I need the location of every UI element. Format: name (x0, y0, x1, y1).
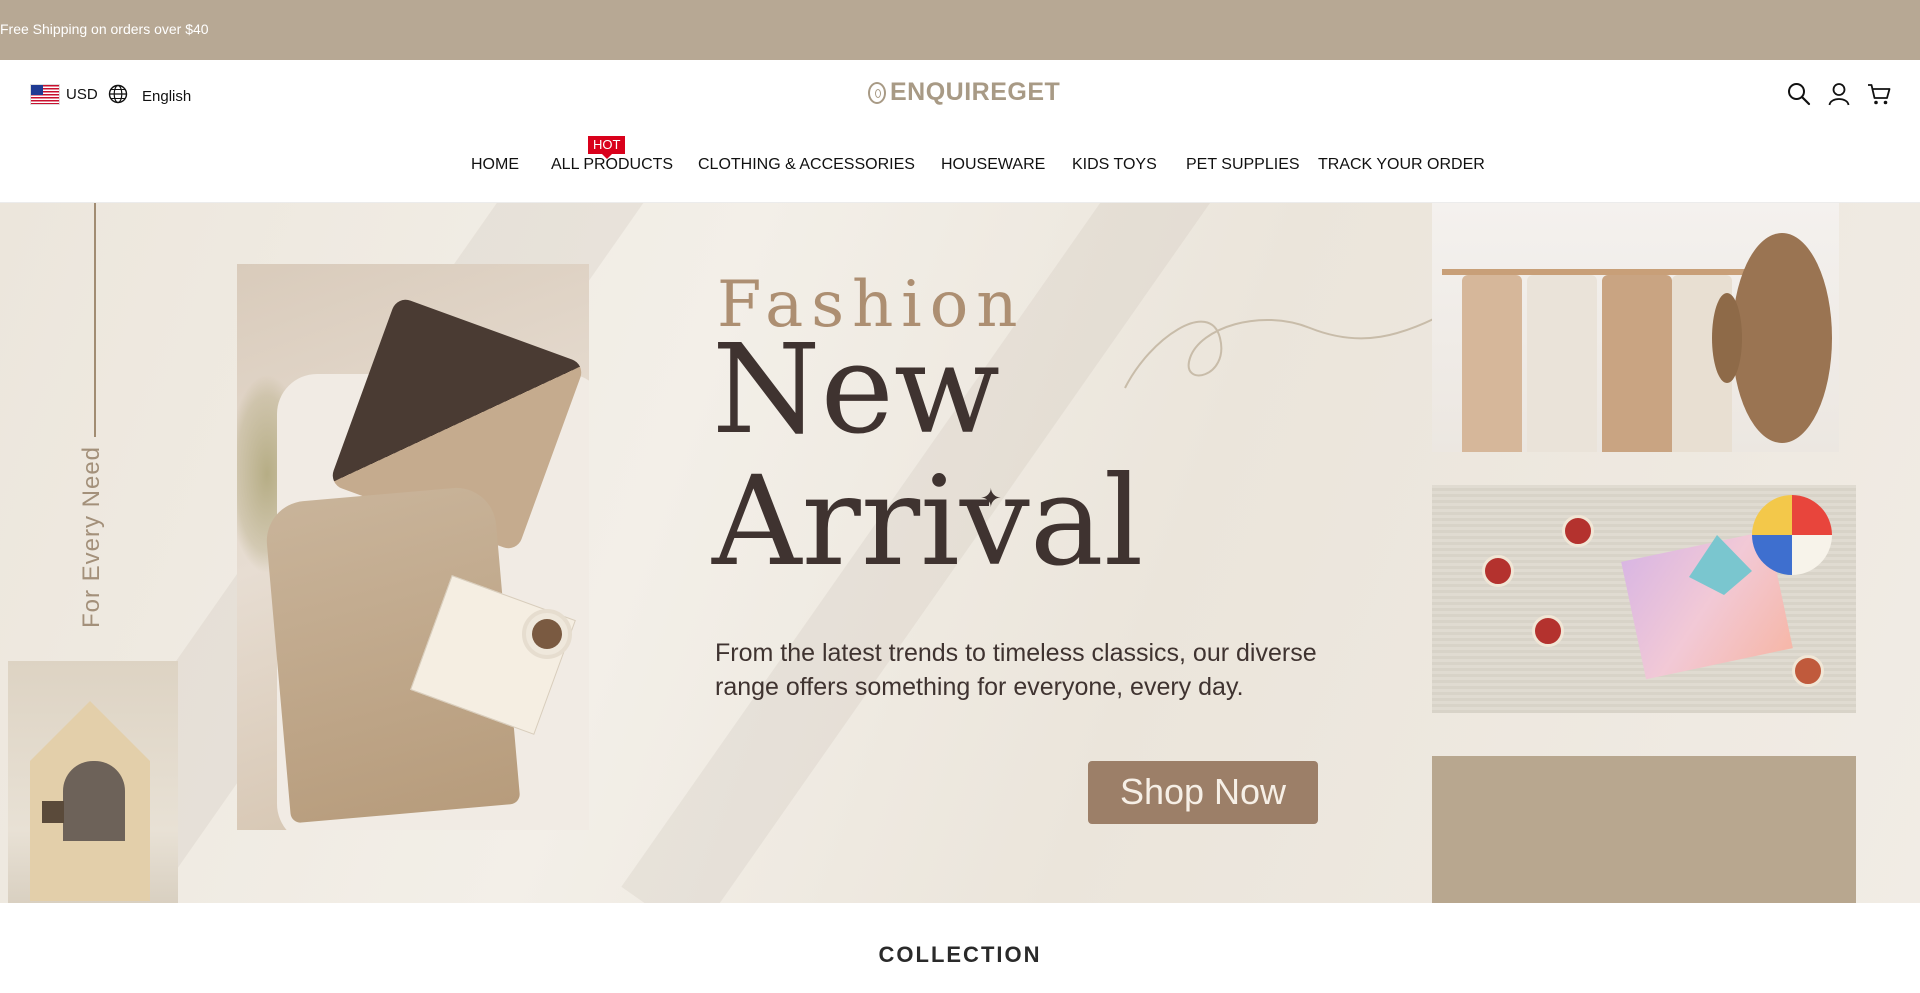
cart-icon[interactable] (1866, 81, 1892, 107)
coffee-cup-shape (522, 609, 572, 659)
garment (1527, 275, 1597, 452)
toy-spool (1482, 555, 1514, 587)
toy-spool (1792, 655, 1824, 687)
hero-description: From the latest trends to timeless class… (715, 639, 1317, 701)
main-nav: HOME ALL PRODUCTS CLOTHING & ACCESSORIES… (0, 156, 1920, 184)
hero-side-text: For Every Need (78, 445, 105, 629)
announcement-bar: ⁣Free Shipping on orders over $40⁣ (0, 0, 1920, 60)
pet-house-window (42, 801, 64, 823)
toy-spool (1562, 515, 1594, 547)
clothing-rack-image (1432, 203, 1839, 452)
us-flag-icon (30, 84, 60, 105)
logo-text: ENQUIREGET (890, 78, 1061, 106)
toy-spool (1532, 615, 1564, 647)
garment (1602, 275, 1672, 452)
pet-house-door (63, 761, 125, 841)
announcement-text: ⁣Free Shipping on orders over $40⁣ (0, 21, 209, 37)
paper-balloon (1752, 495, 1832, 575)
currency-label: USD (66, 86, 98, 103)
currency-selector[interactable]: USD (30, 84, 98, 105)
nav-item-houseware[interactable]: HOUSEWARE (941, 156, 1045, 174)
sparkle-icon: ✦ (980, 483, 1002, 513)
logo-mark-icon (868, 81, 886, 104)
pillow-sofa-image (237, 264, 589, 830)
site-logo[interactable]: ENQUIREGET (868, 78, 1060, 107)
hero-title-line2: Arrival (712, 450, 1144, 594)
hero-banner[interactable]: For Every Need Fashion New Arrival ✦ Fro… (0, 203, 1920, 903)
hat-shape (1712, 233, 1832, 443)
hot-badge: HOT (588, 136, 626, 159)
user-icon[interactable] (1826, 81, 1852, 107)
language-label: English (142, 88, 192, 105)
nav-item-pet-supplies[interactable]: PET SUPPLIES (1186, 156, 1300, 174)
pet-house-image (8, 661, 178, 903)
language-selector[interactable]: English (108, 84, 191, 109)
section-title: COLLECTION (878, 942, 1042, 967)
nav-item-all-products[interactable]: ALL PRODUCTS (551, 156, 673, 174)
search-icon[interactable] (1786, 81, 1812, 107)
decorative-squiggle (1124, 307, 1456, 389)
decorative-line (94, 203, 96, 437)
nav-item-track-order[interactable]: TRACK YOUR ORDER (1318, 156, 1485, 174)
globe-icon (108, 84, 128, 109)
nav-item-home[interactable]: HOME (471, 156, 519, 174)
site-header: USD English ENQUIREGET HOT HOME ALL PROD… (0, 60, 1920, 203)
hero-title-line1: New (712, 318, 1001, 462)
nav-item-kids-toys[interactable]: KIDS TOYS (1072, 156, 1157, 174)
beige-panel (1432, 756, 1856, 903)
garment (1462, 275, 1522, 452)
shop-now-button[interactable]: Shop Now (1088, 761, 1318, 824)
nav-item-clothing-accessories[interactable]: CLOTHING & ACCESSORIES (698, 156, 915, 174)
kids-toys-image (1432, 485, 1856, 713)
